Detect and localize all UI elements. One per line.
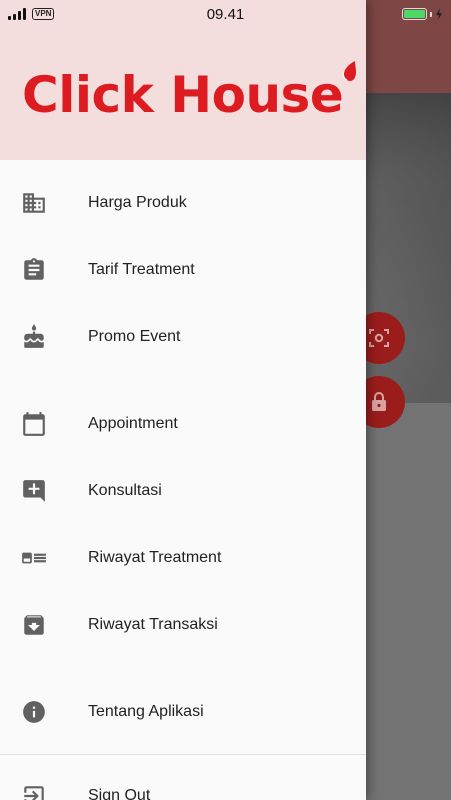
calendar-icon bbox=[21, 411, 47, 437]
menu-item-sign-out[interactable]: Sign Out bbox=[0, 762, 366, 800]
clipboard-icon bbox=[21, 257, 47, 283]
lock-icon bbox=[372, 392, 386, 411]
status-bar: VPN 09.41 bbox=[0, 0, 451, 28]
menu-item-label: Riwayat Transaksi bbox=[88, 615, 218, 633]
logo-drop-icon bbox=[342, 61, 356, 81]
menu-divider bbox=[0, 754, 366, 755]
app-logo: Click House bbox=[22, 61, 356, 132]
menu-item-appointment[interactable]: Appointment bbox=[0, 390, 366, 457]
add-comment-icon bbox=[21, 478, 47, 504]
menu-item-tarif-treatment[interactable]: Tarif Treatment bbox=[0, 236, 366, 303]
menu-item-label: Konsultasi bbox=[88, 481, 162, 499]
menu-item-label: Appointment bbox=[88, 414, 178, 432]
menu-item-riwayat-transaksi[interactable]: Riwayat Transaksi bbox=[0, 591, 366, 658]
cake-icon bbox=[21, 323, 47, 350]
logo-text: Click House bbox=[22, 66, 344, 124]
sign-out-icon bbox=[21, 783, 47, 800]
info-icon bbox=[21, 699, 47, 725]
menu-item-label: Sign Out bbox=[88, 786, 151, 800]
id-card-icon bbox=[21, 545, 47, 571]
menu-item-tentang-aplikasi[interactable]: Tentang Aplikasi bbox=[0, 678, 366, 745]
menu-item-label: Tentang Aplikasi bbox=[88, 702, 204, 720]
menu-item-label: Riwayat Treatment bbox=[88, 548, 222, 566]
archive-icon bbox=[21, 612, 47, 638]
menu-item-harga-produk[interactable]: Harga Produk bbox=[0, 169, 366, 236]
building-icon bbox=[21, 190, 47, 216]
menu-item-konsultasi[interactable]: Konsultasi bbox=[0, 457, 366, 524]
signal-icon bbox=[8, 8, 26, 20]
status-time: 09.41 bbox=[206, 5, 245, 23]
navigation-drawer: Click House Harga Produk Tarif Treatment bbox=[0, 0, 366, 800]
charging-icon bbox=[435, 8, 442, 20]
battery-icon bbox=[401, 8, 427, 20]
menu-item-label: Promo Event bbox=[88, 327, 181, 345]
menu-item-label: Harga Produk bbox=[88, 193, 187, 211]
scan-face-icon bbox=[369, 329, 389, 347]
menu-item-label: Tarif Treatment bbox=[88, 260, 195, 278]
vpn-badge: VPN bbox=[32, 8, 55, 20]
menu-item-riwayat-treatment[interactable]: Riwayat Treatment bbox=[0, 524, 366, 591]
menu-item-promo-event[interactable]: Promo Event bbox=[0, 303, 366, 370]
